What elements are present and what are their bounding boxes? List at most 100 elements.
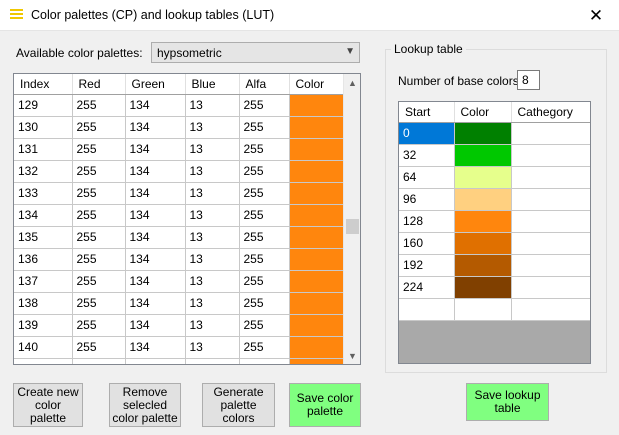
lookup-cell-category[interactable]: [511, 276, 590, 299]
lookup-cell-start[interactable]: 32: [399, 144, 455, 167]
palette-cell-alfa[interactable]: 255: [239, 94, 290, 117]
palette-cell-blue[interactable]: 13: [185, 248, 240, 271]
save-lookup-button[interactable]: Save lookup table: [466, 383, 549, 421]
palette-cell-blue[interactable]: 13: [185, 94, 240, 117]
palette-column-header[interactable]: Index: [14, 74, 73, 95]
palette-cell-alfa[interactable]: 255: [239, 314, 290, 337]
palette-cell-alfa[interactable]: 255: [239, 182, 290, 205]
palette-cell-red[interactable]: 255: [72, 94, 126, 117]
lookup-row[interactable]: [399, 298, 590, 321]
palette-cell-index[interactable]: 133: [14, 182, 73, 205]
scroll-up-icon[interactable]: ▲: [344, 74, 360, 91]
palette-cell-index[interactable]: 129: [14, 94, 73, 117]
lookup-row[interactable]: 224: [399, 276, 590, 299]
close-button[interactable]: ✕: [573, 0, 619, 31]
palette-row[interactable]: 140 255 134 13 255: [14, 336, 345, 359]
palette-row[interactable]: 129 255 134 13 255: [14, 94, 345, 117]
palette-row[interactable]: 133 255 134 13 255: [14, 182, 345, 205]
palette-cell-blue[interactable]: [185, 358, 240, 364]
lookup-cell-start[interactable]: 64: [399, 166, 455, 189]
palette-cell-alfa[interactable]: 255: [239, 248, 290, 271]
palette-cell-alfa[interactable]: 255: [239, 204, 290, 227]
lookup-table[interactable]: Start Color Cathegory 0 32 64 96 128 160 192 224: [398, 101, 591, 364]
palette-cell-index[interactable]: 135: [14, 226, 73, 249]
palette-color-swatch[interactable]: [289, 204, 345, 227]
palette-cell-red[interactable]: 255: [72, 336, 126, 359]
lookup-cell-category[interactable]: [511, 166, 590, 189]
lookup-cell-category[interactable]: [511, 122, 590, 145]
lookup-column-header[interactable]: Start: [399, 102, 455, 123]
lookup-column-header[interactable]: Cathegory: [511, 102, 590, 123]
palette-color-swatch[interactable]: [289, 314, 345, 337]
palette-cell-green[interactable]: [125, 358, 186, 364]
app-menu-icon[interactable]: [10, 9, 23, 22]
palette-color-swatch[interactable]: [289, 116, 345, 139]
lookup-cell-category[interactable]: [511, 144, 590, 167]
palette-cell-red[interactable]: 255: [72, 138, 126, 161]
palette-cell-index[interactable]: 136: [14, 248, 73, 271]
palette-color-swatch[interactable]: [289, 138, 345, 161]
palette-cell-blue[interactable]: 13: [185, 292, 240, 315]
palette-cell-index[interactable]: 130: [14, 116, 73, 139]
palette-cell-green[interactable]: 134: [125, 226, 186, 249]
lookup-cell-start[interactable]: 128: [399, 210, 455, 233]
palette-cell-alfa[interactable]: 255: [239, 160, 290, 183]
palette-cell-blue[interactable]: 13: [185, 138, 240, 161]
palette-color-swatch[interactable]: [289, 336, 345, 359]
lookup-column-header[interactable]: Color: [454, 102, 512, 123]
palette-cell-alfa[interactable]: 255: [239, 270, 290, 293]
lookup-cell-start[interactable]: 160: [399, 232, 455, 255]
palette-row[interactable]: [14, 358, 345, 364]
palette-cell-blue[interactable]: 13: [185, 336, 240, 359]
remove-palette-button[interactable]: Remove selecled color palette: [109, 383, 181, 427]
palette-cell-green[interactable]: 134: [125, 204, 186, 227]
lookup-cell-category[interactable]: [511, 232, 590, 255]
palette-column-header[interactable]: Blue: [185, 74, 240, 95]
palette-cell-blue[interactable]: 13: [185, 204, 240, 227]
lookup-cell-category[interactable]: [511, 210, 590, 233]
lookup-row[interactable]: 96: [399, 188, 590, 211]
palette-row[interactable]: 139 255 134 13 255: [14, 314, 345, 337]
save-palette-button[interactable]: Save color palette: [289, 383, 361, 427]
palette-cell-red[interactable]: 255: [72, 270, 126, 293]
palette-cell-green[interactable]: 134: [125, 94, 186, 117]
palette-cell-red[interactable]: 255: [72, 226, 126, 249]
lookup-cell-start[interactable]: 96: [399, 188, 455, 211]
palette-cell-blue[interactable]: 13: [185, 116, 240, 139]
lookup-cell-start[interactable]: 192: [399, 254, 455, 277]
lookup-cell-category[interactable]: [511, 298, 590, 321]
lookup-color-swatch[interactable]: [454, 232, 512, 255]
palette-cell-index[interactable]: 131: [14, 138, 73, 161]
palette-cell-alfa[interactable]: 255: [239, 336, 290, 359]
lookup-row[interactable]: 32: [399, 144, 590, 167]
palette-row[interactable]: 138 255 134 13 255: [14, 292, 345, 315]
palette-cell-alfa[interactable]: [239, 358, 290, 364]
palette-cell-green[interactable]: 134: [125, 270, 186, 293]
lookup-color-swatch[interactable]: [454, 144, 512, 167]
palette-table[interactable]: Index Red Green Blue Alfa Color 129 255 134 13 25…: [13, 73, 361, 365]
palette-color-swatch[interactable]: [289, 270, 345, 293]
palette-row[interactable]: 130 255 134 13 255: [14, 116, 345, 139]
palette-cell-blue[interactable]: 13: [185, 182, 240, 205]
palette-cell-index[interactable]: 137: [14, 270, 73, 293]
palette-selector[interactable]: hypsometric ▼: [151, 42, 360, 63]
lookup-row[interactable]: 192: [399, 254, 590, 277]
lookup-color-swatch[interactable]: [454, 122, 512, 145]
palette-row[interactable]: 135 255 134 13 255: [14, 226, 345, 249]
palette-cell-alfa[interactable]: 255: [239, 226, 290, 249]
palette-cell-green[interactable]: 134: [125, 116, 186, 139]
palette-cell-green[interactable]: 134: [125, 292, 186, 315]
scroll-down-icon[interactable]: ▼: [344, 347, 360, 364]
lookup-color-swatch[interactable]: [454, 166, 512, 189]
palette-cell-red[interactable]: 255: [72, 292, 126, 315]
palette-color-swatch[interactable]: [289, 94, 345, 117]
scrollbar-thumb[interactable]: [346, 219, 359, 234]
palette-cell-index[interactable]: 132: [14, 160, 73, 183]
lookup-cell-start[interactable]: [399, 298, 455, 321]
palette-cell-red[interactable]: [72, 358, 126, 364]
palette-cell-red[interactable]: 255: [72, 204, 126, 227]
palette-color-swatch[interactable]: [289, 160, 345, 183]
palette-row[interactable]: 134 255 134 13 255: [14, 204, 345, 227]
palette-cell-blue[interactable]: 13: [185, 160, 240, 183]
base-colors-input[interactable]: 8: [517, 70, 540, 90]
